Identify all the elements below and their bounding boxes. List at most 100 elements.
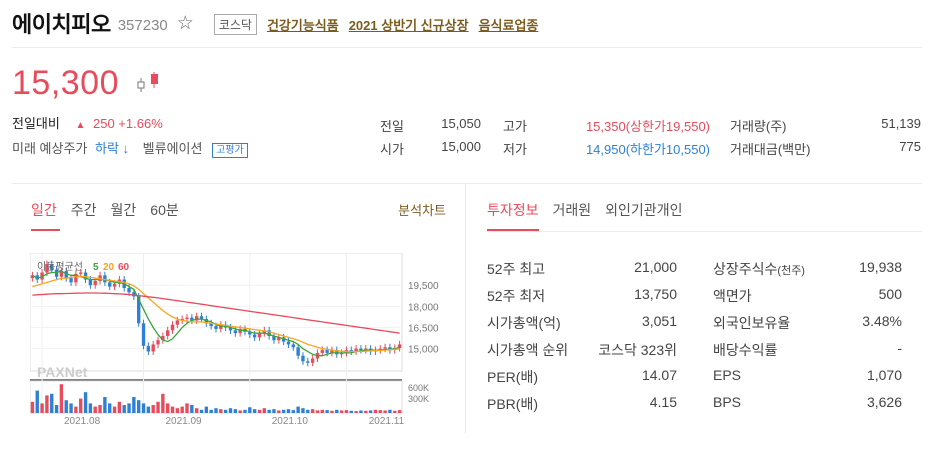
invest-label: EPS <box>713 367 742 383</box>
divider <box>487 231 922 232</box>
candle-body <box>69 278 73 283</box>
volume-bar <box>339 410 344 413</box>
volume-bar <box>233 409 238 413</box>
moving-average-line <box>32 270 400 357</box>
tab-monthly[interactable]: 월간 <box>111 200 137 220</box>
volume-bar <box>127 403 131 413</box>
change-label: 전일대비 <box>12 116 60 131</box>
volume-bar <box>272 409 276 413</box>
candle-body <box>93 280 97 286</box>
volume-bar <box>325 410 329 413</box>
ma-legend-20: 20 <box>103 262 115 273</box>
volume-bar <box>79 398 83 413</box>
volume-bar <box>88 403 93 413</box>
volume-bar <box>393 410 397 413</box>
analysis-chart-link[interactable]: 분석차트 <box>398 200 446 219</box>
invest-label: 배당수익률 <box>713 342 778 358</box>
candle-body <box>296 347 300 356</box>
stock-header: 에이치피오 357230 ☆ 코스닥 건강기능식품 2021 상반기 신규상장 … <box>12 8 538 38</box>
tab-invest-info[interactable]: 투자정보 <box>487 200 539 220</box>
volume-bar <box>175 408 180 413</box>
x-tick-label: 2021.11 <box>369 416 405 427</box>
x-tick-label: 2021.09 <box>165 416 202 427</box>
invest-label: BPS <box>713 394 742 410</box>
invest-label: 외국인보유율 <box>713 315 791 331</box>
volume-bar <box>93 406 97 413</box>
volume-bar <box>277 410 281 413</box>
tab-weekly[interactable]: 주간 <box>71 200 97 220</box>
candle-body <box>165 330 170 336</box>
volume-bar <box>185 403 189 413</box>
valuation-label: 벨류에이션 <box>142 141 203 156</box>
summary-label: 고가 <box>503 119 527 134</box>
invest-label: 시가총액 순위 <box>487 342 569 358</box>
invest-value: 3,626 <box>866 394 902 410</box>
summary-label: 시가 <box>380 142 404 157</box>
invest-value: 4.15 <box>649 394 677 410</box>
stock-name: 에이치피오 <box>12 12 111 37</box>
volume-bar <box>30 401 35 413</box>
volume-bar <box>190 405 194 413</box>
volume-bar <box>122 405 126 413</box>
y-tick-label: 15,000 <box>408 345 439 356</box>
candle-body <box>359 348 363 351</box>
volume-bar <box>40 403 44 413</box>
tag-link[interactable]: 건강기능식품 <box>267 15 339 34</box>
x-tick-label: 2021.08 <box>64 416 101 427</box>
invest-value: 21,000 <box>634 259 677 275</box>
tab-investor-types[interactable]: 외인기관개인 <box>605 200 682 220</box>
volume-bar <box>373 409 378 413</box>
volume-bar <box>378 410 382 413</box>
tab-daily[interactable]: 일간 <box>31 200 57 220</box>
candle-body <box>175 320 180 325</box>
tag-link[interactable]: 2021 상반기 신규상장 <box>349 15 469 34</box>
invest-label: 52주 최고 <box>487 261 546 277</box>
volume-bar <box>320 409 324 413</box>
volume-bar <box>252 409 257 413</box>
moving-average-line <box>32 276 400 353</box>
tag-link[interactable]: 음식료업종 <box>479 15 539 34</box>
volume-bar <box>219 409 223 413</box>
volume-bar <box>165 403 170 413</box>
candle-body <box>170 324 175 331</box>
price-chart[interactable]: PAXNet 2021.08 2021.09 2021.10 2021.11 19,50… <box>30 253 450 433</box>
summary-value: 51,139 <box>881 116 921 131</box>
invest-label: 52주 최저 <box>487 288 546 304</box>
volume-bar <box>310 409 315 413</box>
summary-value: 15,350(상한가19,550) <box>585 119 710 134</box>
volume-bar <box>83 392 88 413</box>
volume-bar <box>132 397 136 413</box>
tab-60min[interactable]: 60분 <box>150 200 178 220</box>
current-price: 15,300 <box>12 64 119 102</box>
candle-body <box>112 283 117 287</box>
candle-body <box>325 350 329 353</box>
up-arrow-icon: ▲ <box>75 120 86 131</box>
volume-bar <box>45 395 49 413</box>
invest-value: 500 <box>878 286 902 302</box>
tab-brokers[interactable]: 거래원 <box>553 200 592 220</box>
invest-value: 14.07 <box>641 367 677 383</box>
invest-value: 3.48% <box>862 313 902 329</box>
volume-bar <box>262 408 267 413</box>
invest-label: 액면가 <box>713 288 752 304</box>
volume-bar <box>117 401 122 413</box>
valuation-badge: 고평가 <box>212 143 248 158</box>
volume-bar <box>194 408 199 413</box>
future-label: 미래 예상주가 <box>12 141 88 156</box>
info-tabs: 투자정보 거래원 외인기관개인 <box>487 200 682 220</box>
candle-body <box>214 326 218 329</box>
active-tab-underline <box>31 229 60 231</box>
invest-label: PBR(배) <box>487 396 538 412</box>
volume-bar <box>228 408 233 413</box>
y-tick-label: 19,500 <box>408 281 439 292</box>
volume-bar <box>257 409 262 413</box>
y-tick-label: 16,500 <box>408 324 439 335</box>
candle-body <box>306 361 310 363</box>
volume-tick-label: 300K <box>408 394 429 404</box>
invest-label: 상장주식수(천주) <box>713 261 805 277</box>
volume-bar <box>330 410 334 413</box>
volume-bar <box>248 407 252 413</box>
ma-legend-label: 이동평균선 <box>37 261 83 273</box>
favorite-star-icon[interactable]: ☆ <box>177 12 194 35</box>
summary-label: 거래량(주) <box>730 119 787 134</box>
